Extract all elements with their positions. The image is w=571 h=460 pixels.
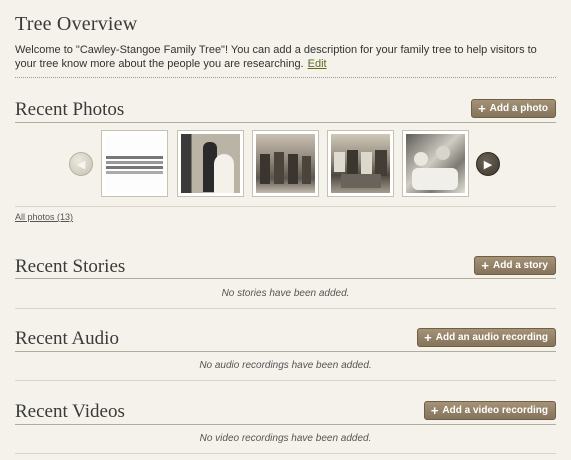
recent-audio-heading: Recent Audio: [15, 328, 119, 349]
page-title: Tree Overview: [15, 13, 138, 35]
plus-icon: +: [424, 329, 432, 345]
audio-bottom-rule: [15, 380, 556, 381]
add-photo-label: Add a photo: [489, 103, 548, 114]
recent-stories-heading: Recent Stories: [15, 256, 126, 277]
stories-empty-message: No stories have been added.: [221, 288, 350, 299]
group-photo-image: [256, 134, 315, 193]
edit-description-link[interactable]: Edit: [308, 58, 327, 70]
chevron-right-icon: ▶: [483, 158, 493, 171]
audio-rule: [15, 351, 556, 352]
photos-rule: [15, 122, 556, 123]
photo-thumbnail[interactable]: [402, 130, 469, 197]
plus-icon: +: [481, 257, 489, 273]
photo-carousel: ◀ ▶: [15, 130, 556, 198]
recent-videos-heading: Recent Videos: [15, 401, 125, 422]
stories-rule: [15, 278, 556, 279]
welcome-message: Welcome to "Cawley-Stangoe Family Tree"!…: [15, 43, 556, 71]
all-photos-link[interactable]: All photos (13): [15, 212, 73, 222]
photo-thumbnail[interactable]: [101, 130, 168, 197]
add-story-label: Add a story: [492, 260, 548, 271]
audio-empty-message: No audio recordings have been added.: [199, 360, 372, 371]
document-image: [105, 134, 164, 193]
videos-empty-message: No video recordings have been added.: [199, 433, 372, 444]
photo-thumbnail[interactable]: [327, 130, 394, 197]
add-audio-button[interactable]: + Add an audio recording: [417, 328, 556, 347]
add-photo-button[interactable]: + Add a photo: [471, 99, 556, 118]
carousel-prev-button[interactable]: ◀: [69, 152, 93, 176]
recent-photos-heading: Recent Photos: [15, 99, 125, 120]
group-photo-image: [406, 134, 465, 193]
add-video-button[interactable]: + Add a video recording: [423, 401, 556, 420]
add-audio-label: Add an audio recording: [435, 332, 548, 343]
photo-thumbnail[interactable]: [252, 130, 319, 197]
wedding-photo-image: [181, 134, 240, 193]
add-story-button[interactable]: + Add a story: [474, 256, 556, 275]
carousel-next-button[interactable]: ▶: [476, 152, 500, 176]
welcome-text: Welcome to "Cawley-Stangoe Family Tree"!…: [15, 44, 537, 70]
videos-bottom-rule: [15, 453, 556, 454]
plus-icon: +: [478, 100, 486, 116]
videos-rule: [15, 424, 556, 425]
stories-bottom-rule: [15, 308, 556, 309]
group-photo-image: [331, 134, 390, 193]
chevron-left-icon: ◀: [76, 158, 86, 171]
photo-thumbnail[interactable]: [177, 130, 244, 197]
header-divider: [15, 77, 556, 78]
add-video-label: Add a video recording: [442, 405, 548, 416]
plus-icon: +: [430, 402, 439, 418]
photos-bottom-rule: [15, 206, 556, 207]
